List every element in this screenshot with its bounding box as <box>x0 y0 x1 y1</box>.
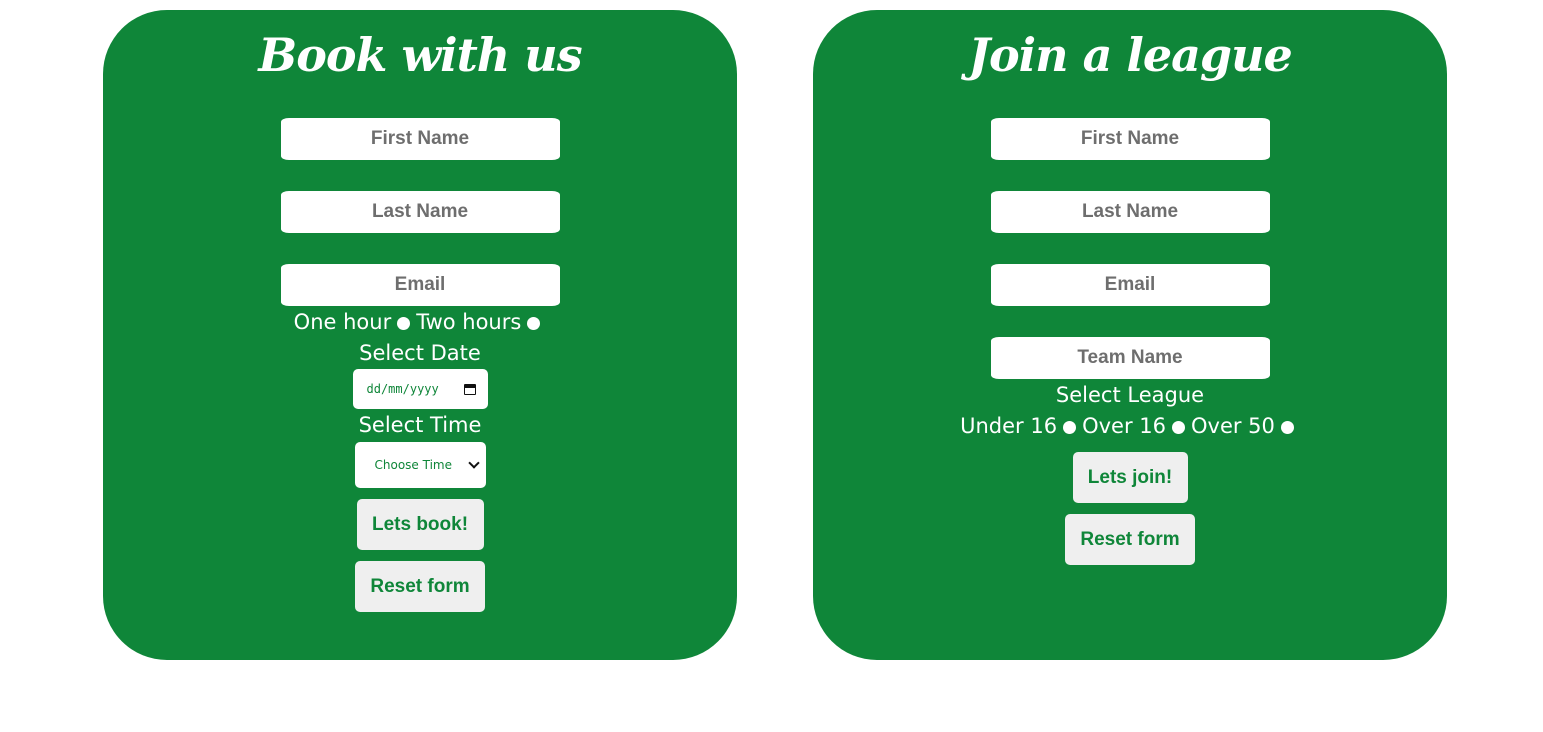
league-option-under-16[interactable]: Under 16 <box>960 411 1082 442</box>
radio-button[interactable] <box>1280 421 1294 434</box>
book-email-input[interactable] <box>280 264 560 306</box>
league-form-title: Join a league <box>968 28 1293 82</box>
league-option-over-50[interactable]: Over 50 <box>1191 411 1300 442</box>
radio-button[interactable] <box>1063 421 1077 434</box>
league-submit-button[interactable]: Lets join! <box>1072 452 1188 503</box>
duration-option-label: One hour <box>293 310 392 334</box>
league-option-label: Over 16 <box>1082 414 1166 438</box>
booking-form-title: Book with us <box>258 28 582 82</box>
league-first-name-input[interactable] <box>990 118 1270 160</box>
select-date-label: Select Date <box>359 341 481 365</box>
date-input[interactable]: dd/mm/yyyy <box>352 369 488 409</box>
radio-button[interactable] <box>527 317 541 330</box>
radio-button[interactable] <box>1171 421 1185 434</box>
team-name-input[interactable] <box>990 337 1270 379</box>
time-select-value: Choose Time <box>374 458 452 472</box>
book-first-name-input[interactable] <box>280 118 560 160</box>
book-last-name-input[interactable] <box>280 191 560 233</box>
chevron-down-icon <box>467 457 480 469</box>
duration-radio-group: One hour Two hours <box>294 307 547 338</box>
league-last-name-input[interactable] <box>990 191 1270 233</box>
league-email-input[interactable] <box>990 264 1270 306</box>
league-option-label: Under 16 <box>960 414 1058 438</box>
league-reset-button[interactable]: Reset form <box>1065 514 1195 565</box>
league-option-over-16[interactable]: Over 16 <box>1082 411 1191 442</box>
select-time-label: Select Time <box>358 413 482 437</box>
duration-option-two-hours[interactable]: Two hours <box>416 307 546 338</box>
duration-option-one-hour[interactable]: One hour <box>294 307 417 338</box>
duration-option-label: Two hours <box>416 310 522 334</box>
book-reset-button[interactable]: Reset form <box>355 561 485 612</box>
league-radio-group: Under 16 Over 16 Over 50 <box>960 411 1300 442</box>
booking-form-card: Book with us One hour Two hours Select D… <box>103 10 737 660</box>
calendar-icon[interactable] <box>463 383 476 395</box>
time-select[interactable]: Choose Time <box>354 442 486 488</box>
date-placeholder: dd/mm/yyyy <box>366 382 439 396</box>
league-option-label: Over 50 <box>1190 414 1275 438</box>
league-form-card: Join a league Select League Under 16 Ove… <box>813 10 1447 660</box>
select-league-label: Select League <box>1055 383 1205 407</box>
book-submit-button[interactable]: Lets book! <box>356 499 484 550</box>
radio-button[interactable] <box>397 317 411 330</box>
